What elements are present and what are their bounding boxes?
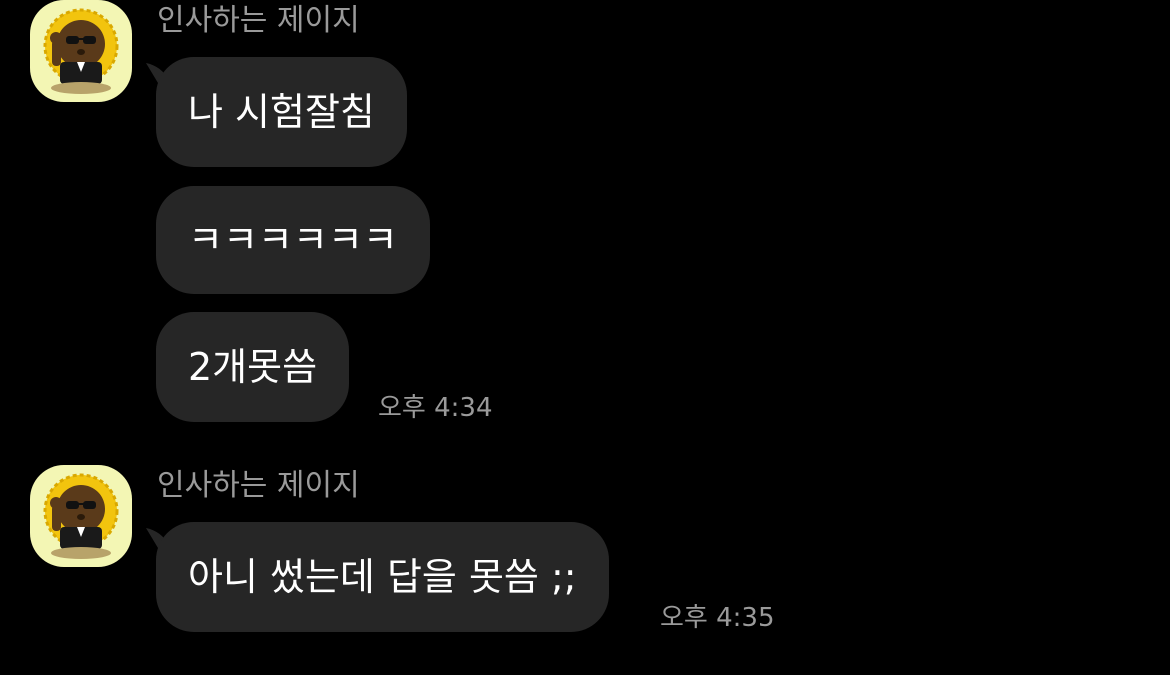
message-bubble[interactable]: 아니 썼는데 답을 못씀 ;; <box>156 522 609 632</box>
message-timestamp: 오후 4:34 <box>378 393 493 423</box>
message-timestamp: 오후 4:35 <box>660 603 775 633</box>
lion-character-avatar-icon <box>43 473 119 559</box>
sender-avatar[interactable] <box>30 465 132 567</box>
sender-name: 인사하는 제이지 <box>157 3 360 38</box>
sender-name: 인사하는 제이지 <box>157 468 360 503</box>
message-bubble[interactable]: ㅋㅋㅋㅋㅋㅋ <box>156 186 430 294</box>
message-bubble[interactable]: 나 시험잘침 <box>156 57 407 167</box>
message-bubble[interactable]: 2개못씀 <box>156 312 350 422</box>
sender-avatar[interactable] <box>30 0 132 102</box>
lion-character-avatar-icon <box>43 8 119 94</box>
